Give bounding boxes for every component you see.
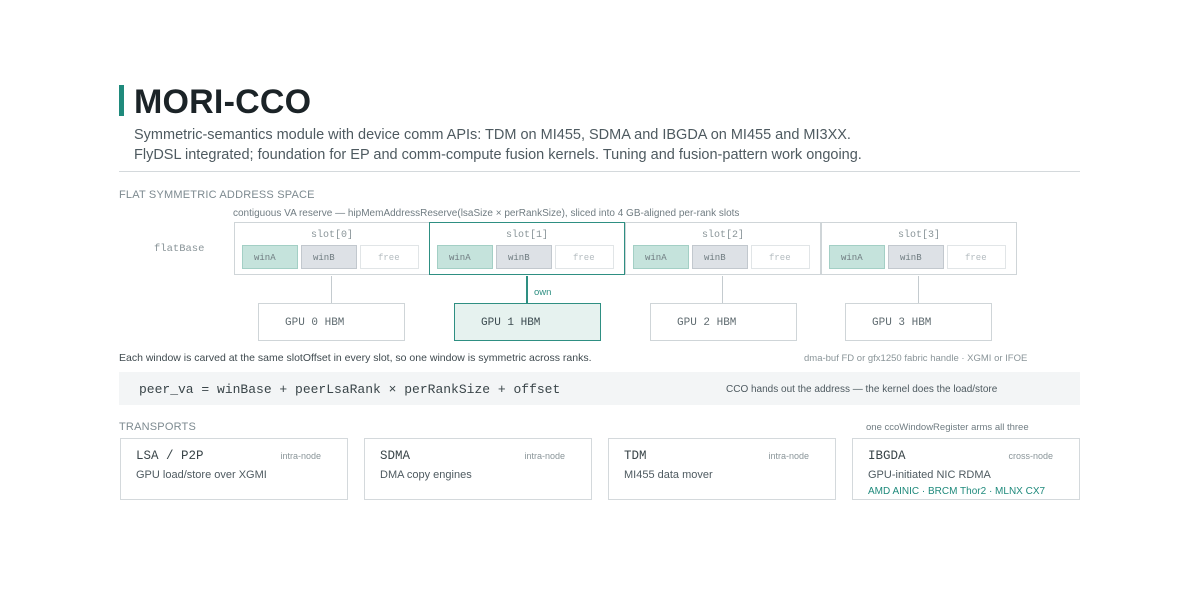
window-a: winA (829, 245, 885, 269)
transport-nic-vendors: AMD AINIC · BRCM Thor2 · MLNX CX7 (868, 486, 1046, 497)
header-divider (119, 171, 1080, 172)
window-b: winB (888, 245, 944, 269)
transport-title: LSA / P2P (136, 449, 204, 463)
transport-card-lsa-p2p: LSA / P2P intra-node GPU load/store over… (120, 438, 348, 500)
address-space-section-label: FLAT SYMMETRIC ADDRESS SPACE (119, 189, 315, 201)
transport-scope: intra-node (524, 451, 565, 461)
address-formula: peer_va = winBase + peerLsaRank × perRan… (139, 382, 561, 397)
address-formula-bar: peer_va = winBase + peerLsaRank × perRan… (119, 372, 1080, 405)
slot-label: slot[2] (701, 230, 744, 241)
slot-2: slot[2] winA winB free (625, 222, 821, 275)
transport-title: IBGDA (868, 449, 906, 463)
slot-label: slot[3] (897, 230, 940, 241)
va-reserve-note: contiguous VA reserve — hipMemAddressRes… (233, 208, 740, 219)
gpu-2-hbm: GPU 2 HBM (650, 303, 797, 341)
subtitle-line-1: Symmetric-semantics module with device c… (134, 127, 851, 143)
gpu-1-hbm-owned: GPU 1 HBM (454, 303, 601, 341)
transport-description: GPU load/store over XGMI (136, 469, 267, 481)
title-accent-bar (119, 85, 124, 116)
slot-label: slot[1] (505, 230, 548, 241)
window-b: winB (496, 245, 552, 269)
fabric-handle-note: dma-buf FD or gfx1250 fabric handle · XG… (804, 353, 1028, 364)
transport-description: MI455 data mover (624, 469, 713, 481)
slot-3: slot[3] winA winB free (821, 222, 1017, 275)
window-a: winA (633, 245, 689, 269)
page-title: MORI-CCO (134, 83, 312, 121)
window-register-note: one ccoWindowRegister arms all three (866, 422, 1029, 433)
slot-3-connector (918, 276, 919, 303)
window-b: winB (692, 245, 748, 269)
transport-description: DMA copy engines (380, 469, 472, 481)
transport-scope: intra-node (768, 451, 809, 461)
own-label: own (534, 287, 552, 298)
slot-2-connector (722, 276, 723, 303)
gpu-3-hbm: GPU 3 HBM (845, 303, 992, 341)
window-a: winA (437, 245, 493, 269)
window-a: winA (242, 245, 298, 269)
transport-scope: cross-node (1008, 451, 1053, 461)
transport-card-tdm: TDM intra-node MI455 data mover (608, 438, 836, 500)
window-free: free (751, 245, 810, 269)
window-symmetry-note: Each window is carved at the same slotOf… (119, 352, 592, 364)
slot-0: slot[0] winA winB free (234, 222, 430, 275)
slot-0-connector (331, 276, 332, 303)
address-formula-note: CCO hands out the address — the kernel d… (726, 384, 998, 395)
transport-scope: intra-node (280, 451, 321, 461)
transport-card-sdma: SDMA intra-node DMA copy engines (364, 438, 592, 500)
slot-1-owned: slot[1] winA winB free (429, 222, 625, 275)
transport-title: SDMA (380, 449, 411, 463)
transports-section-label: TRANSPORTS (119, 421, 196, 433)
window-b: winB (301, 245, 357, 269)
slot-label: slot[0] (310, 230, 353, 241)
transport-description: GPU-initiated NIC RDMA (868, 469, 991, 481)
slot-1-own-connector (526, 276, 528, 303)
window-free: free (555, 245, 614, 269)
gpu-0-hbm: GPU 0 HBM (258, 303, 405, 341)
transport-card-ibgda: IBGDA cross-node GPU-initiated NIC RDMA … (852, 438, 1080, 500)
window-free: free (947, 245, 1006, 269)
flatbase-label: flatBase (154, 243, 205, 255)
transport-title: TDM (624, 449, 647, 463)
subtitle-line-2: FlyDSL integrated; foundation for EP and… (134, 147, 862, 163)
window-free: free (360, 245, 419, 269)
